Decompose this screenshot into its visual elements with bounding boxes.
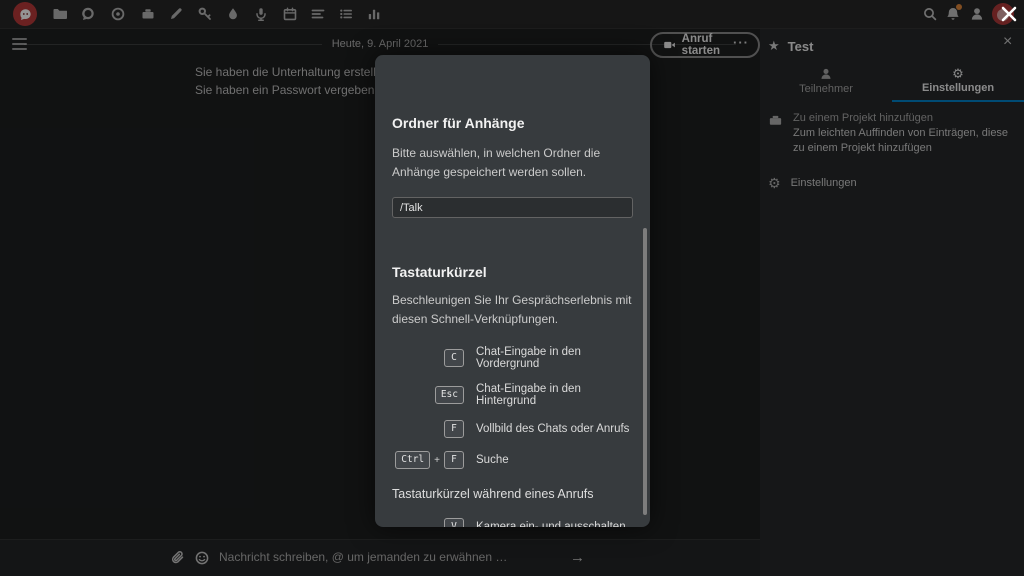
key-v: V xyxy=(444,518,464,527)
key-f: F xyxy=(444,451,464,469)
shortcut-label: Vollbild des Chats oder Anrufs xyxy=(476,423,629,435)
attachments-section-title: Ordner für Anhänge xyxy=(392,115,633,131)
attachment-folder-input[interactable] xyxy=(392,197,633,218)
shortcut-label: Chat-Eingabe in den Vordergrund xyxy=(476,346,633,370)
conversation-settings-modal: Ordner für Anhänge Bitte auswählen, in w… xyxy=(375,55,650,527)
shortcuts-section-title: Tastaturkürzel xyxy=(392,264,633,280)
shortcut-row: Esc Chat-Eingabe in den Hintergrund xyxy=(392,383,633,407)
shortcut-label: Suche xyxy=(476,454,509,466)
key-ctrl: Ctrl xyxy=(395,451,430,469)
plus-sign: + xyxy=(434,455,440,466)
shortcut-label: Kamera ein- und ausschalten xyxy=(476,521,626,527)
attachments-description: Bitte auswählen, in welchen Ordner die A… xyxy=(392,144,633,182)
shortcuts-description: Beschleunigen Sie Ihr Gesprächserlebnis … xyxy=(392,291,633,329)
shortcut-row: Ctrl + F Suche xyxy=(392,451,633,469)
nextcloud-talk-app: Heute, 9. April 2021 Anruf starten ··· S… xyxy=(0,0,1024,576)
shortcut-row: F Vollbild des Chats oder Anrufs xyxy=(392,420,633,438)
modal-scrollbar-thumb[interactable] xyxy=(643,228,647,515)
key-c: C xyxy=(444,349,464,367)
shortcut-row: V Kamera ein- und ausschalten xyxy=(392,518,633,527)
shortcut-label: Chat-Eingabe in den Hintergrund xyxy=(476,383,633,407)
shortcut-row: C Chat-Eingabe in den Vordergrund xyxy=(392,346,633,370)
modal-close-icon[interactable] xyxy=(999,4,1019,24)
key-esc: Esc xyxy=(435,386,464,404)
key-f: F xyxy=(444,420,464,438)
call-shortcuts-subtitle: Tastaturkürzel während eines Anrufs xyxy=(392,487,633,501)
